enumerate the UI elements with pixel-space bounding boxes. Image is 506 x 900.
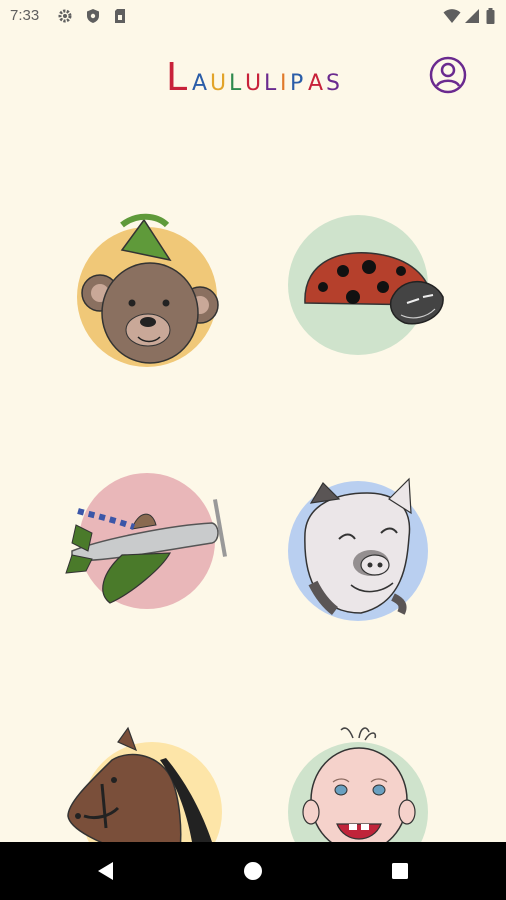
logo-letter: U: [210, 71, 227, 96]
song-tile-airplane[interactable]: [62, 463, 232, 633]
home-icon[interactable]: [236, 854, 270, 888]
song-tile-ladybug[interactable]: [283, 205, 453, 375]
shield-icon: [85, 8, 101, 28]
song-tile-teddy-bear[interactable]: [62, 205, 232, 375]
logo-letter: L: [264, 71, 277, 96]
logo-letter: L: [229, 71, 242, 96]
logo-letter: I: [280, 71, 287, 96]
battery-icon: [486, 8, 495, 28]
sim-card-icon: [113, 8, 127, 28]
logo-letter: L: [166, 55, 188, 99]
logo-letter: A: [192, 71, 208, 96]
ladybug-icon: [288, 215, 444, 355]
logo-letter: U: [245, 71, 262, 96]
navigation-bar: [0, 842, 506, 900]
account-circle-icon[interactable]: [428, 55, 468, 95]
gear-icon: [57, 8, 73, 28]
app-logo: L A U L U L I P A S: [166, 52, 346, 96]
cellular-signal-icon: [464, 8, 480, 28]
wifi-icon: [443, 8, 461, 28]
pig-icon: [288, 477, 428, 621]
recents-icon[interactable]: [383, 854, 417, 888]
status-bar: 7:33: [0, 0, 506, 32]
status-time: 7:33: [10, 7, 40, 24]
logo-letter: A: [308, 71, 324, 96]
back-icon[interactable]: [88, 854, 122, 888]
logo-letter: S: [326, 71, 340, 96]
logo-letter: P: [290, 71, 304, 96]
teddy-bear-icon: [77, 213, 219, 367]
airplane-icon: [65, 473, 228, 609]
song-tile-pig[interactable]: [283, 463, 453, 633]
